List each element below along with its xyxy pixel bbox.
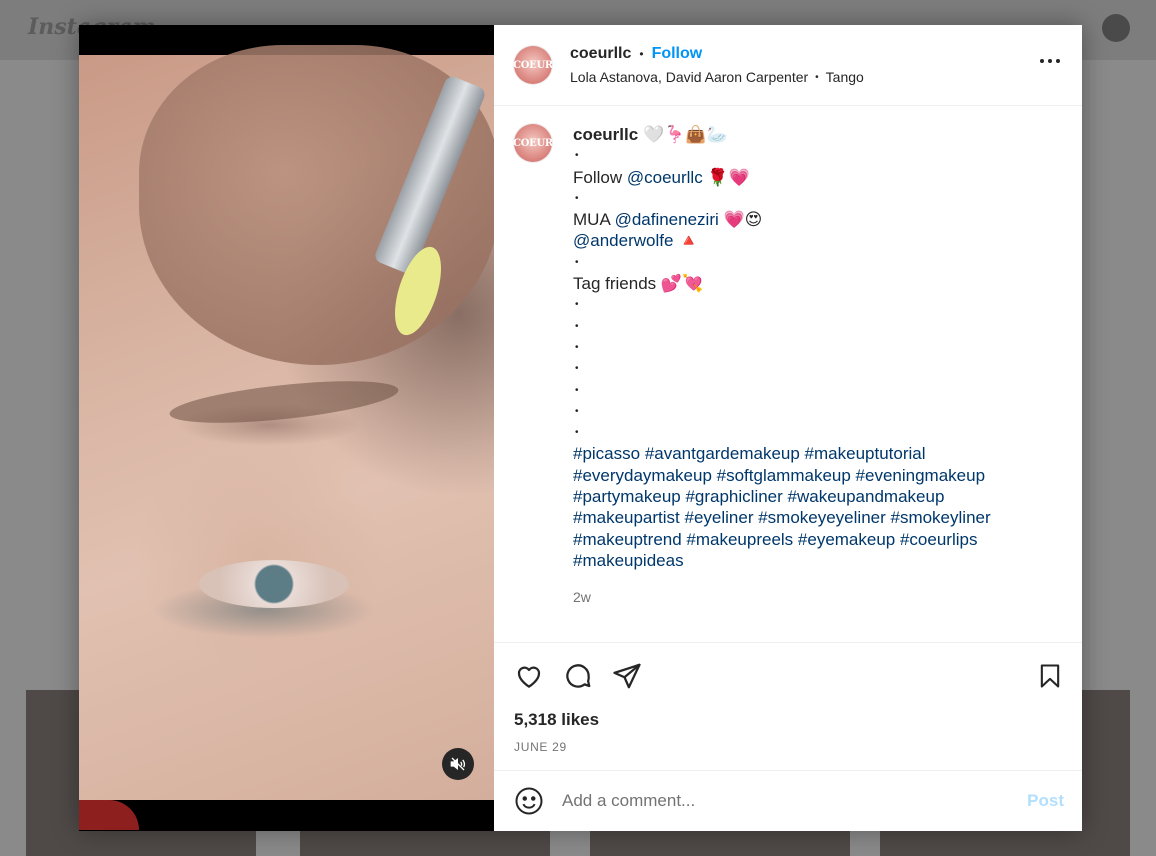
video-frame[interactable] — [79, 45, 494, 830]
separator-dot: • — [639, 47, 644, 61]
caption-bullet: • — [575, 192, 579, 204]
separator-dot: • — [815, 71, 819, 83]
hashtag-list[interactable]: #picasso #avantgardemakeup #makeuptutori… — [573, 443, 1043, 571]
caption-bullet: • — [575, 150, 579, 162]
caption-emoji: 💗😍 — [718, 210, 763, 230]
audio-artists[interactable]: Lola Astanova, David Aaron Carpenter — [570, 69, 808, 85]
share-icon[interactable] — [612, 661, 642, 691]
post-date: JUNE 29 — [514, 740, 567, 754]
caption-bullet: • — [575, 320, 579, 332]
caption-bullet: • — [575, 341, 579, 353]
post-comment-button[interactable]: Post — [1027, 791, 1064, 811]
heart-icon[interactable] — [514, 661, 544, 691]
video-player[interactable] — [79, 25, 494, 831]
video-eye — [199, 560, 349, 608]
post-modal: COEUR coeurllc • Follow Lola Astanova, D… — [79, 25, 1082, 831]
comment-input[interactable] — [562, 791, 1028, 811]
caption-bullet: • — [575, 427, 579, 439]
speaker-muted-icon — [450, 757, 466, 771]
avatar[interactable]: COEUR — [513, 46, 553, 84]
caption-bullet: • — [575, 384, 579, 396]
audio-info[interactable]: Lola Astanova, David Aaron Carpenter • T… — [570, 69, 864, 85]
caption-section: COEUR coeurllc 🤍🦩👜🦢 • Follow @coeurllc 🌹… — [494, 106, 1082, 642]
comment-icon[interactable] — [563, 661, 593, 691]
caption-text: coeurllc 🤍🦩👜🦢 • Follow @coeurllc 🌹💗 • MU… — [573, 124, 1043, 624]
caption-follow-text: Follow — [573, 167, 627, 187]
caption-bullet: • — [575, 363, 579, 375]
comment-bar: Post — [494, 770, 1082, 831]
caption-username[interactable]: coeurllc — [573, 125, 638, 144]
video-lip — [79, 800, 139, 830]
background-profile-avatar — [1102, 14, 1130, 42]
mention-link[interactable]: @anderwolfe — [573, 231, 673, 250]
caption-emoji: 🔺 — [673, 231, 700, 251]
avatar-logo-text: COEUR — [513, 59, 553, 71]
post-panel: COEUR coeurllc • Follow Lola Astanova, D… — [494, 25, 1082, 831]
more-horizontal-icon[interactable] — [1040, 59, 1060, 65]
caption-emoji: 🌹💗 — [702, 167, 750, 187]
author-username[interactable]: coeurllc — [570, 45, 631, 63]
caption-tag-friends: Tag friends 💕💘 — [573, 274, 704, 294]
mute-button[interactable] — [442, 748, 474, 780]
emoji-icon[interactable] — [514, 786, 544, 816]
caption-mua-text: MUA — [573, 210, 615, 230]
audio-track[interactable]: Tango — [826, 69, 864, 85]
caption-bullet: • — [575, 405, 579, 417]
avatar[interactable]: COEUR — [513, 124, 553, 162]
post-time[interactable]: 2w — [573, 587, 1043, 608]
avatar-logo-text: COEUR — [513, 137, 553, 149]
mention-link[interactable]: @coeurllc — [627, 168, 703, 187]
video-brow — [167, 373, 401, 431]
caption-bullet: • — [575, 256, 579, 268]
mention-link[interactable]: @dafineneziri — [615, 210, 719, 229]
bookmark-icon[interactable] — [1036, 661, 1064, 691]
caption-emoji: 🤍🦩👜🦢 — [642, 125, 728, 144]
follow-button[interactable]: Follow — [652, 45, 703, 63]
post-header: COEUR coeurllc • Follow Lola Astanova, D… — [494, 25, 1082, 106]
likes-count[interactable]: 5,318 likes — [514, 710, 599, 730]
caption-bullet: • — [575, 299, 579, 311]
actions-section: 5,318 likes JUNE 29 — [494, 642, 1082, 770]
